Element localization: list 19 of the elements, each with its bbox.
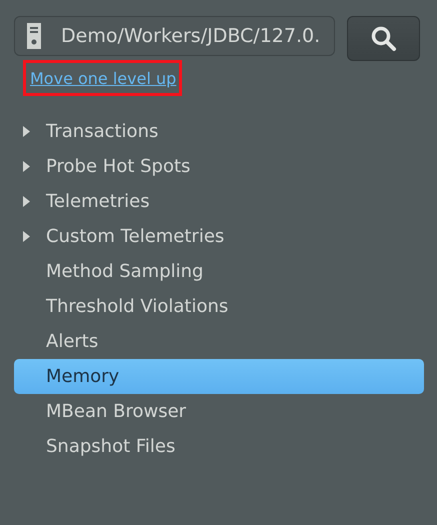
tree-item[interactable]: Probe Hot Spots [14,149,424,184]
search-button[interactable] [347,16,420,61]
tree-item[interactable]: Alerts [14,324,424,359]
expand-triangle-icon[interactable] [23,126,31,137]
search-icon [370,26,396,52]
expand-triangle-icon[interactable] [23,196,31,207]
tree-item[interactable]: Custom Telemetries [14,219,424,254]
tree-item[interactable]: Telemetries [14,184,424,219]
tree-item[interactable]: Memory [14,359,424,394]
server-icon [27,23,41,49]
move-up-link[interactable]: Move one level up [30,69,176,88]
tree-item[interactable]: Threshold Violations [14,289,424,324]
tree-item[interactable]: Transactions [14,114,424,149]
tree-item[interactable]: Snapshot Files [14,429,424,464]
path-field[interactable]: Demo/Workers/JDBC/127.0. [14,16,335,56]
tree-item[interactable]: MBean Browser [14,394,424,429]
expand-triangle-icon[interactable] [23,161,31,172]
expand-triangle-icon[interactable] [23,231,31,242]
tree-item[interactable]: Method Sampling [14,254,424,289]
